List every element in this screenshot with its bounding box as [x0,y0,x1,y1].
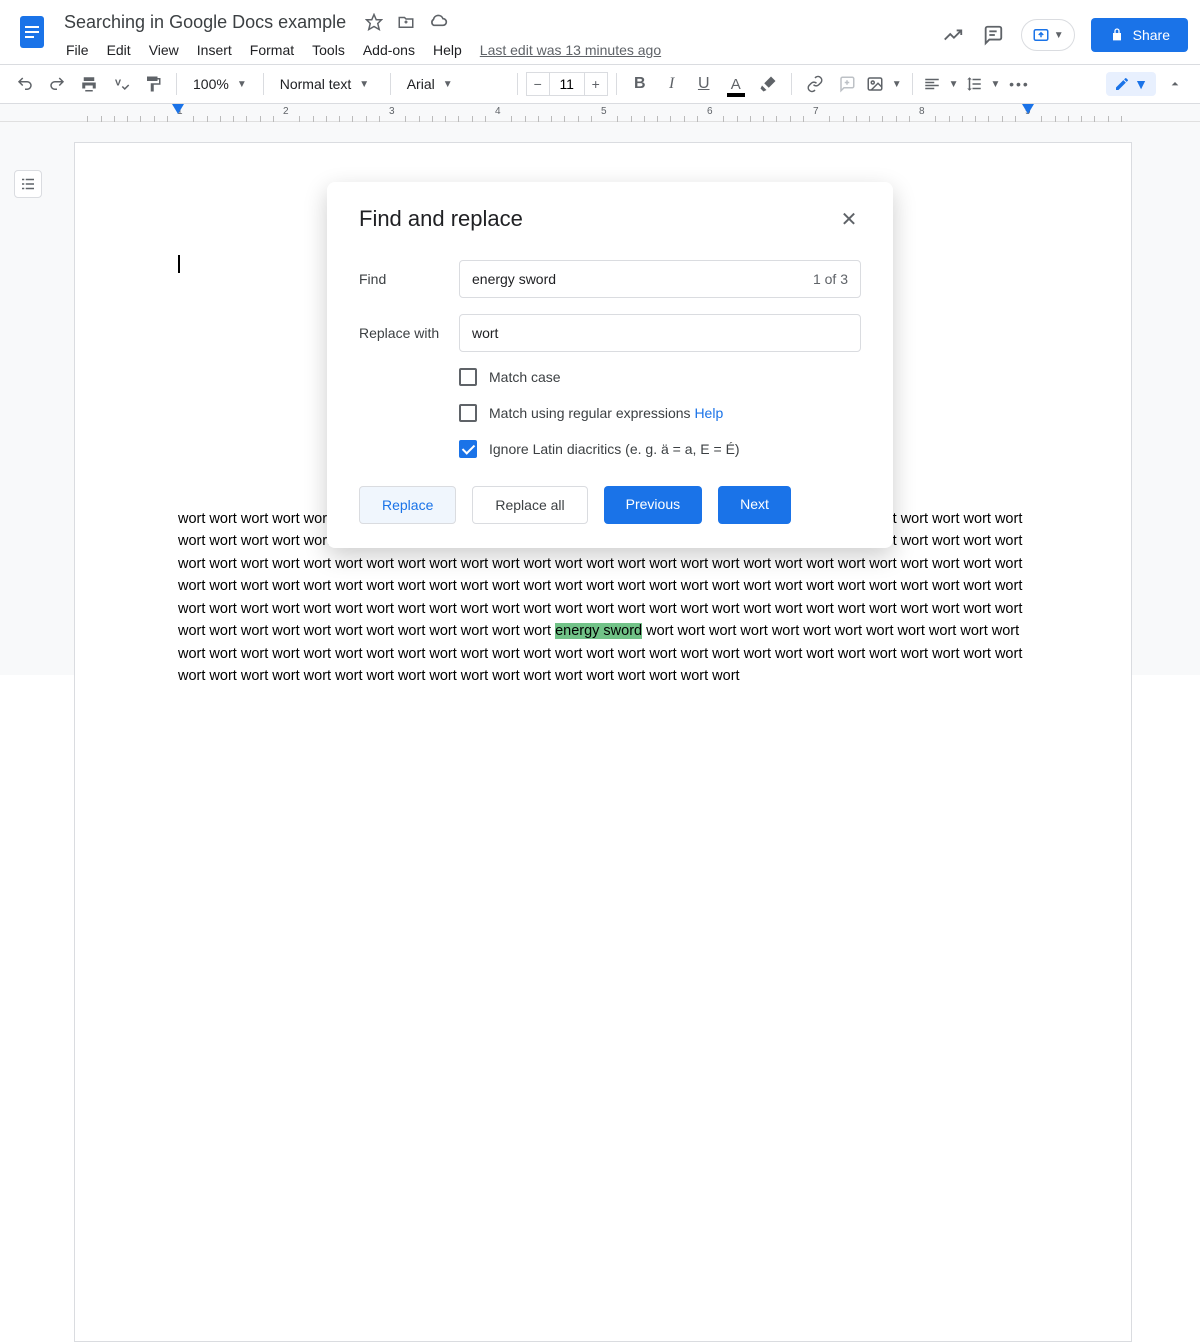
title-row: Searching in Google Docs example [58,8,941,36]
paint-format-button[interactable] [138,69,168,99]
font-dropdown[interactable]: Arial▼ [399,76,509,92]
checkbox-icon [459,368,477,386]
menu-edit[interactable]: Edit [99,38,139,62]
dialog-title: Find and replace [359,206,523,232]
hide-menus-button[interactable] [1160,69,1190,99]
align-button[interactable]: ▼ [921,75,961,93]
insert-comment-button[interactable] [832,69,862,99]
insert-image-button[interactable]: ▼ [864,75,904,93]
search-highlight: energy sword [555,623,642,639]
replace-button[interactable]: Replace [359,486,456,524]
underline-button[interactable]: U [689,69,719,99]
find-input-value: energy sword [472,271,556,287]
pencil-icon [1114,76,1130,92]
last-edit-link[interactable]: Last edit was 13 minutes ago [472,38,669,62]
menubar: File Edit View Insert Format Tools Add-o… [58,36,941,64]
share-button[interactable]: Share [1091,18,1188,52]
print-button[interactable] [74,69,104,99]
regex-help-link[interactable]: Help [694,405,723,421]
paragraph-style-dropdown[interactable]: Normal text▼ [272,76,382,92]
replace-input-value: wort [472,325,498,341]
spellcheck-button[interactable] [106,69,136,99]
font-size-increase[interactable]: + [584,72,608,96]
title-area: Searching in Google Docs example File Ed… [58,8,941,64]
editing-mode-button[interactable]: ▼ [1106,72,1156,96]
star-icon[interactable] [364,12,384,32]
docs-icon [14,14,50,50]
font-size-control: − + [526,72,608,96]
document-title[interactable]: Searching in Google Docs example [58,10,352,35]
text-color-button[interactable]: A [721,69,751,99]
undo-button[interactable] [10,69,40,99]
match-case-option[interactable]: Match case [459,368,861,386]
checkbox-checked-icon [459,440,477,458]
menu-format[interactable]: Format [242,38,302,62]
menu-view[interactable]: View [141,38,187,62]
more-button[interactable]: ••• [1004,69,1034,99]
toolbar: 100%▼ Normal text▼ Arial▼ − + B I U A ▼ … [0,64,1200,104]
menu-help[interactable]: Help [425,38,470,62]
redo-button[interactable] [42,69,72,99]
move-icon[interactable] [396,12,416,32]
find-input[interactable]: energy sword 1 of 3 [459,260,861,298]
font-size-decrease[interactable]: − [526,72,550,96]
menu-file[interactable]: File [58,38,97,62]
header-actions: ▼ Share [941,8,1188,52]
previous-button[interactable]: Previous [604,486,702,524]
docs-logo[interactable] [12,12,52,52]
menu-addons[interactable]: Add-ons [355,38,423,62]
share-label: Share [1133,27,1170,43]
replace-all-button[interactable]: Replace all [472,486,587,524]
bold-button[interactable]: B [625,69,655,99]
replace-label: Replace with [359,325,459,341]
checkbox-icon [459,404,477,422]
line-spacing-button[interactable]: ▼ [963,75,1003,93]
horizontal-ruler[interactable]: 123456789 [0,104,1200,122]
activity-icon[interactable] [941,23,965,47]
find-replace-dialog: Find and replace ✕ Find energy sword 1 o… [327,182,893,548]
next-button[interactable]: Next [718,486,791,524]
italic-button[interactable]: I [657,69,687,99]
font-size-input[interactable] [550,72,584,96]
replace-input[interactable]: wort [459,314,861,352]
present-button[interactable]: ▼ [1021,19,1075,51]
app-header: Searching in Google Docs example File Ed… [0,0,1200,64]
match-count: 1 of 3 [813,271,848,287]
lock-icon [1109,27,1125,43]
find-label: Find [359,271,459,287]
outline-toggle-button[interactable] [14,170,42,198]
highlight-color-button[interactable] [753,69,783,99]
zoom-dropdown[interactable]: 100%▼ [185,76,255,92]
cloud-status-icon[interactable] [428,12,448,32]
insert-link-button[interactable] [800,69,830,99]
menu-tools[interactable]: Tools [304,38,353,62]
close-icon[interactable]: ✕ [837,207,861,231]
diacritics-option[interactable]: Ignore Latin diacritics (e. g. ä = a, E … [459,440,861,458]
text-cursor [178,255,180,273]
regex-option[interactable]: Match using regular expressions Help [459,404,861,422]
comments-icon[interactable] [981,23,1005,47]
menu-insert[interactable]: Insert [189,38,240,62]
